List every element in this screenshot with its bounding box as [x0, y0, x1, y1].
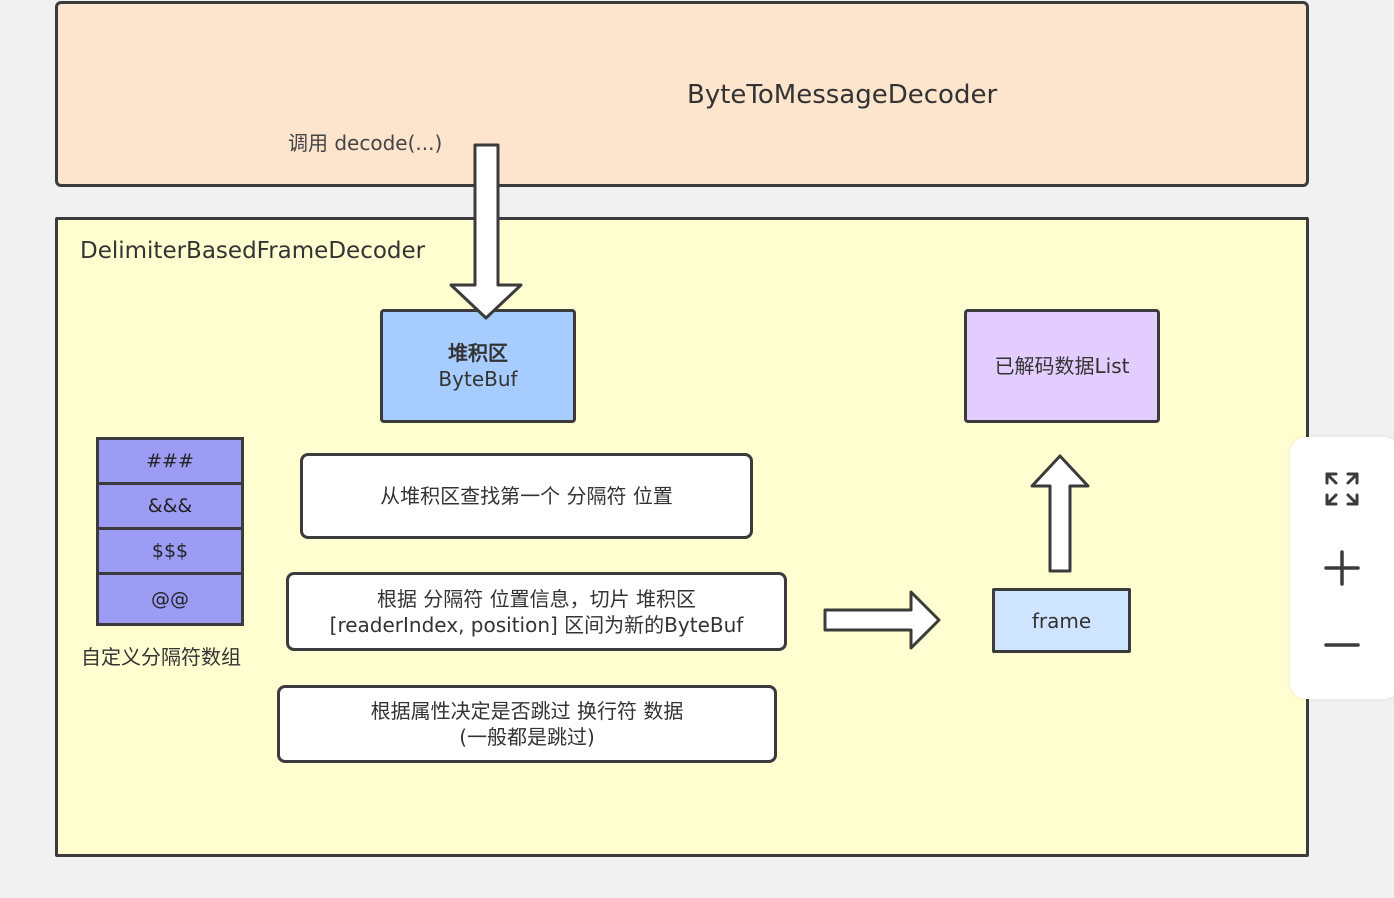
arrows-layer [449, 143, 1090, 650]
arrow-up-to-list [1030, 454, 1090, 573]
arrow-right-to-frame [823, 590, 941, 650]
zoom-control-panel [1290, 437, 1394, 699]
fullscreen-button[interactable] [1312, 459, 1372, 519]
zoom-out-button[interactable] [1312, 615, 1372, 675]
fullscreen-icon [1325, 472, 1359, 506]
zoom-in-button[interactable] [1312, 538, 1372, 598]
arrow-down-decode [449, 143, 523, 320]
zoom-out-icon [1324, 643, 1360, 647]
zoom-in-icon [1324, 550, 1360, 586]
